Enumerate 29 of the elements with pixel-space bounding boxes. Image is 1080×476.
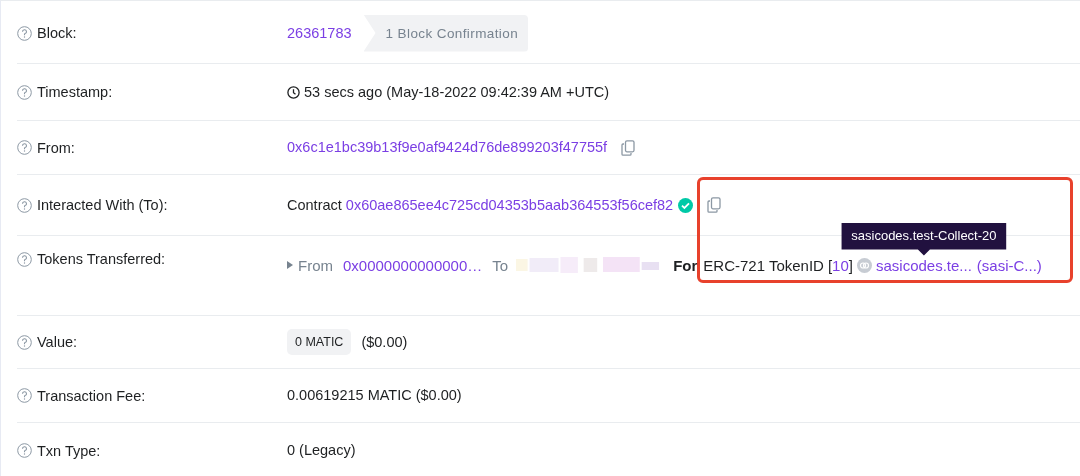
token-tooltip: sasicodes.test-Collect-20 [841, 222, 1007, 256]
field-label: Txn Type: [37, 442, 101, 459]
timestamp-text: 53 secs ago (May-18-2022 09:42:39 AM +UTC) [304, 82, 610, 102]
usd-value: ($0.00) [361, 332, 408, 352]
token-symbol-link[interactable]: (sasi-C...) [976, 256, 1042, 274]
field-label: Value: [37, 334, 78, 350]
field-label: From: [37, 139, 75, 156]
field-label: Transaction Fee: [37, 387, 146, 404]
value-text: 0.00619215 MATIC ($0.00) [287, 386, 462, 405]
field-label: Block: [37, 25, 77, 41]
from-address-link[interactable]: 0x0000000000000… [343, 256, 483, 274]
amount-badge: 0 MATIC [287, 329, 352, 355]
contract-link[interactable]: 0x60ae865ee4c725cd04353b5aab364553f56cef82 [345, 192, 674, 218]
token-name-link[interactable]: sasicodes.te... [875, 256, 972, 274]
field-label: Timestamp: [37, 84, 113, 100]
field-label: Interacted With (To): [37, 197, 168, 213]
token-id-link[interactable]: 10 [832, 256, 849, 274]
for-label: For [673, 256, 698, 274]
value-text: 0 (Legacy) [287, 441, 356, 460]
field-label: Tokens Transferred: [37, 251, 166, 267]
to-label: To [492, 256, 509, 274]
address-link[interactable]: 0x6c1e1bc39b13f9e0af9424d76de899203f47755f [287, 135, 608, 160]
from-label: From [298, 256, 333, 274]
bracket: ] [848, 256, 853, 274]
block-link[interactable]: 26361783 [287, 20, 352, 46]
confirmation-badge: 1 Block Confirmation [363, 14, 529, 52]
token-standard: ERC-721 TokenID [703, 256, 824, 274]
bracket: [ [827, 256, 833, 274]
contract-label: Contract [287, 195, 342, 215]
